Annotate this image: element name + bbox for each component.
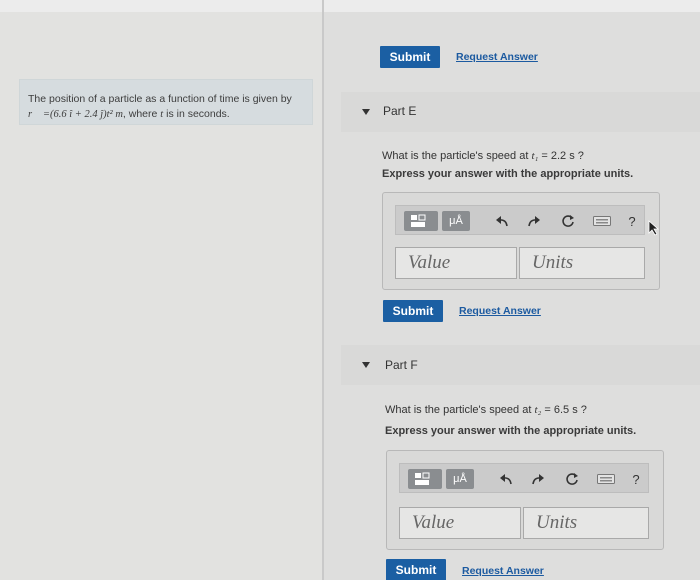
redo-icon[interactable] — [524, 211, 544, 231]
request-answer-link-part-f[interactable]: Request Answer — [462, 565, 544, 577]
redo-icon[interactable] — [528, 469, 548, 489]
keyboard-icon[interactable] — [592, 211, 612, 231]
part-f-header[interactable]: Part F — [341, 345, 700, 385]
mouse-cursor-icon — [648, 220, 660, 236]
reset-icon[interactable] — [562, 469, 582, 489]
question-text: What is the particle's speed at — [382, 150, 532, 162]
part-e-answer-panel: μÅ ? Value Units — [382, 192, 660, 290]
math-toolbar: μÅ ? — [395, 205, 645, 235]
units-input[interactable]: Units — [523, 507, 649, 539]
collapse-caret-icon — [362, 109, 370, 115]
undo-icon[interactable] — [496, 469, 516, 489]
problem-statement: The position of a particle as a function… — [19, 79, 313, 125]
units-mu-icon[interactable]: μÅ — [442, 211, 470, 231]
value-input[interactable]: Value — [399, 507, 521, 539]
problem-text-end: is in seconds. — [163, 108, 230, 120]
part-e-question: What is the particle's speed at t₁ = 2.2… — [382, 150, 584, 162]
question-value: = 2.2 s ? — [538, 150, 584, 162]
keyboard-icon[interactable] — [596, 469, 616, 489]
part-f-answer-panel: μÅ ? Value Units — [386, 450, 664, 550]
question-value: = 6.5 s ? — [541, 404, 587, 416]
part-e-header[interactable]: Part E — [341, 92, 700, 132]
question-text: What is the particle's speed at — [385, 404, 535, 416]
position-vector-expression: r⃗ =(6.6 î + 2.4 ĵ)t² m — [28, 109, 123, 120]
problem-text-where: , where — [122, 108, 161, 120]
template-icon[interactable] — [404, 211, 438, 231]
request-answer-link-prev[interactable]: Request Answer — [456, 51, 538, 63]
submit-button-part-f[interactable]: Submit — [386, 559, 446, 580]
help-icon[interactable]: ? — [626, 469, 646, 489]
top-strip — [0, 0, 322, 12]
submit-button-prev[interactable]: Submit — [380, 46, 440, 68]
units-mu-icon[interactable]: μÅ — [446, 469, 474, 489]
problem-pane: The position of a particle as a function… — [0, 0, 322, 580]
units-input[interactable]: Units — [519, 247, 645, 279]
reset-icon[interactable] — [558, 211, 578, 231]
collapse-caret-icon — [362, 362, 370, 368]
part-f-label: Part F — [385, 358, 418, 372]
value-input[interactable]: Value — [395, 247, 517, 279]
part-e-label: Part E — [383, 104, 417, 118]
part-f-question: What is the particle's speed at t₂ = 6.5… — [385, 404, 587, 416]
problem-text-line1: The position of a particle as a function… — [28, 93, 292, 105]
help-icon[interactable]: ? — [622, 211, 642, 231]
math-toolbar: μÅ ? — [399, 463, 649, 493]
part-f-instruction: Express your answer with the appropriate… — [385, 425, 637, 437]
top-strip-right — [324, 0, 700, 12]
problem-text-line2: r⃗ =(6.6 î + 2.4 ĵ)t² m, where t is in s… — [28, 107, 312, 122]
submit-button-part-e[interactable]: Submit — [383, 300, 443, 322]
request-answer-link-part-e[interactable]: Request Answer — [459, 305, 541, 317]
template-icon[interactable] — [408, 469, 442, 489]
part-e-instruction: Express your answer with the appropriate… — [382, 168, 634, 180]
undo-icon[interactable] — [492, 211, 512, 231]
